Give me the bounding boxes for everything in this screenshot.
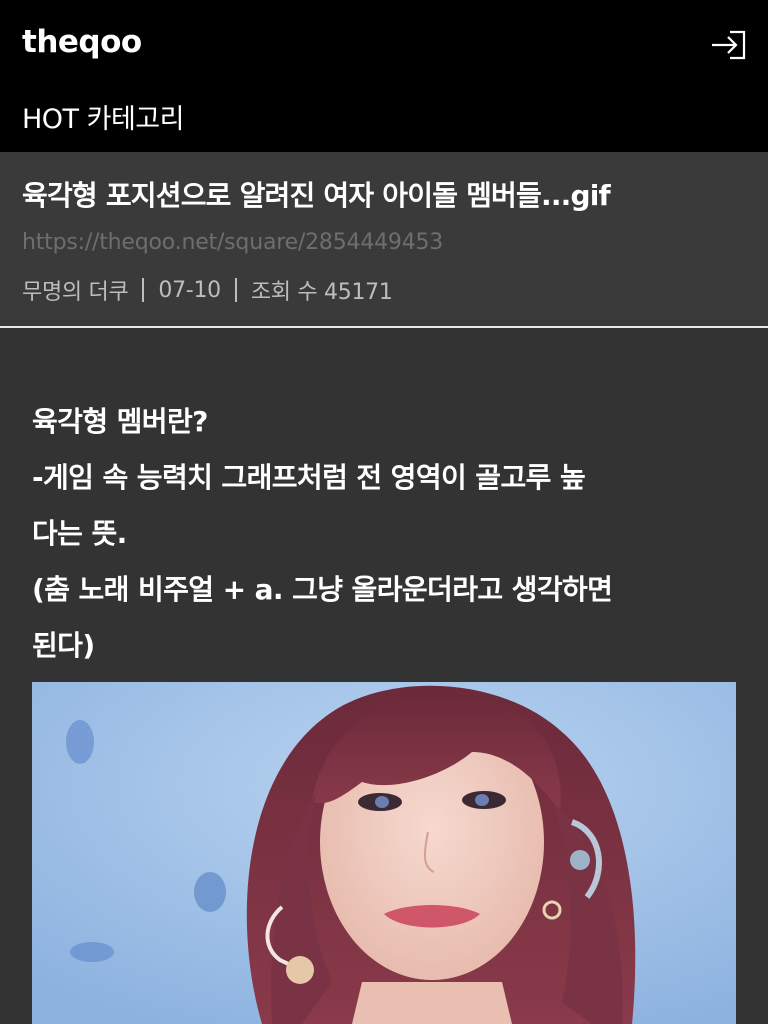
post-gif-image[interactable] [32,682,736,1024]
post-url[interactable]: https://theqoo.net/square/2854449453 [22,230,443,255]
body-line: -게임 속 능력치 그래프처럼 전 영역이 골고루 높 [32,461,586,494]
post-body-text: 육각형 멤버란? -게임 속 능력치 그래프처럼 전 영역이 골고루 높 다는 … [32,394,742,674]
site-logo[interactable]: theqoo [22,24,142,60]
post-author: 무명의 더쿠 [22,280,129,305]
post-meta: 무명의 더쿠 07-10 조회 수 45171 [22,274,393,306]
meta-divider [234,278,237,302]
body-line: 육각형 멤버란? [32,405,208,438]
meta-divider [142,278,145,302]
body-line: 된다) [32,629,95,662]
body-line: 다는 뜻. [32,517,127,550]
post-title: 육각형 포지션으로 알려진 여자 아이돌 멤버들...gif [22,179,611,212]
login-icon[interactable] [708,28,748,62]
post-views: 조회 수 45171 [250,280,393,305]
body-line: (춤 노래 비주얼 + a. 그냥 올라운더라고 생각하면 [32,573,613,606]
post-date: 07-10 [158,277,221,303]
gif-illustration [32,682,736,1024]
category-label[interactable]: HOT 카테고리 [22,97,185,136]
top-bar: theqoo HOT 카테고리 [0,0,768,152]
